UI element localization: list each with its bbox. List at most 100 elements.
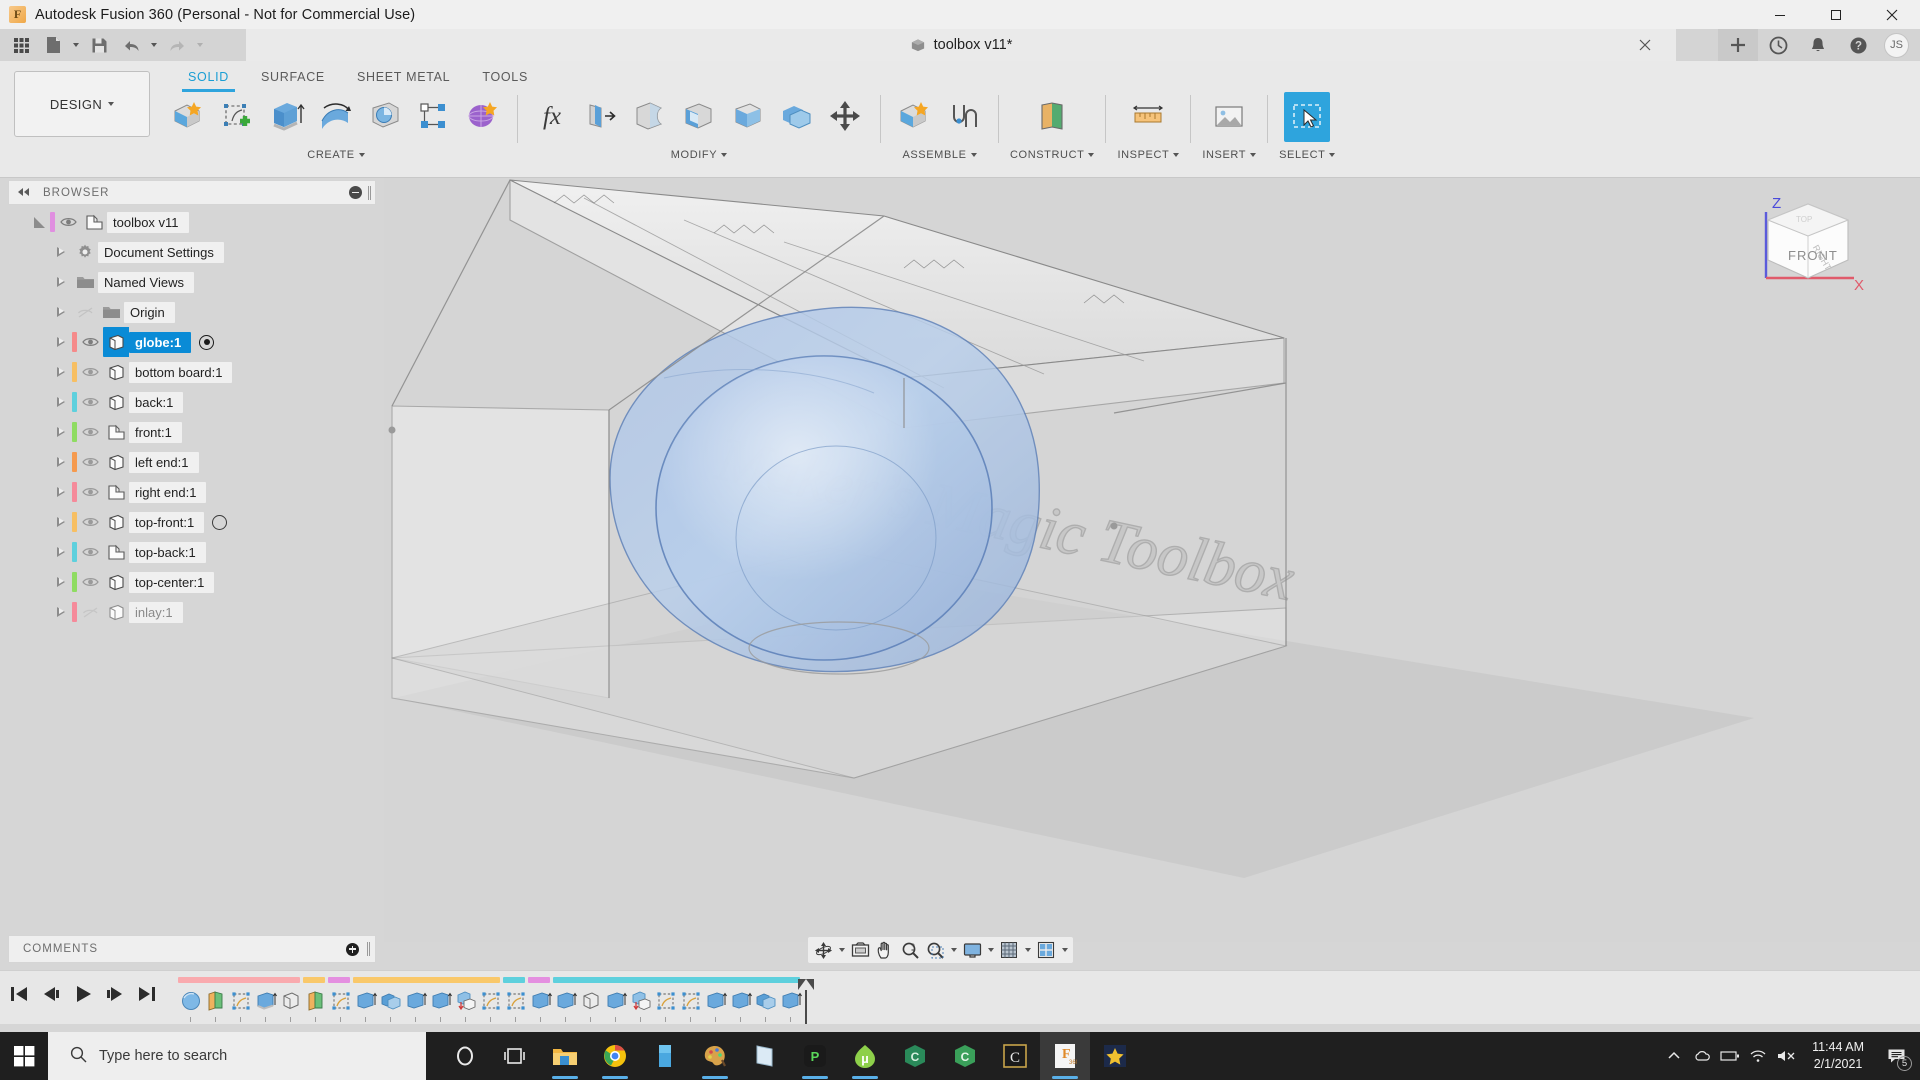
display-settings-caret-icon[interactable] [985,938,996,962]
expander-icon[interactable] [50,567,72,597]
visibility-icon[interactable] [77,357,103,387]
tree-row-origin[interactable]: Origin [8,297,384,327]
onedrive-icon[interactable] [1688,1032,1716,1080]
timeline-feature-combine[interactable] [753,986,778,1016]
redo-button[interactable] [162,32,192,58]
tree-row-top-center[interactable]: top-center:1 [8,567,384,597]
go-to-end-button[interactable] [134,981,160,1007]
undo-caret-icon[interactable] [148,32,160,58]
maximize-button[interactable] [1808,0,1864,29]
grid-snaps-caret-icon[interactable] [1022,938,1033,962]
timeline-feature-sketch[interactable] [478,986,503,1016]
expander-icon[interactable] [50,507,72,537]
construct-group-caret-icon[interactable] [1088,153,1095,157]
job-status-icon[interactable] [1758,29,1798,61]
visibility-icon[interactable] [77,387,103,417]
timeline-feature-sphere[interactable] [178,986,203,1016]
store-icon[interactable] [640,1032,690,1080]
sweep-icon[interactable] [362,92,408,142]
timeline-feature-sketch[interactable] [678,986,703,1016]
tree-row-left-end[interactable]: left end:1 [8,447,384,477]
timeline-feature-sketch[interactable] [228,986,253,1016]
3d-viewport[interactable]: Maker’s Magic Toolbox [384,178,1920,942]
root-expander-icon[interactable] [28,207,50,237]
undo-button[interactable] [116,32,146,58]
add-comment-icon[interactable] [346,942,359,956]
timeline-feature-extrude[interactable] [703,986,728,1016]
file-explorer-icon[interactable] [540,1032,590,1080]
globe-contact-set-badge-icon[interactable] [199,334,215,350]
visibility-icon[interactable] [77,477,103,507]
timeline-feature-extrude[interactable] [603,986,628,1016]
tree-row-back[interactable]: back:1 [8,387,384,417]
zoom-icon[interactable] [898,938,922,962]
look-at-icon[interactable] [848,938,872,962]
visibility-hidden-icon[interactable] [77,597,103,627]
save-button[interactable] [84,32,114,58]
draft-icon[interactable] [725,92,771,142]
go-to-beginning-button[interactable] [6,981,32,1007]
timeline-feature-sketch[interactable] [653,986,678,1016]
tree-row-root[interactable]: toolbox v11 [8,207,384,237]
pattern-icon[interactable] [411,92,457,142]
tab-sheet-metal[interactable]: SHEET METAL [341,64,466,92]
tree-row-named-views[interactable]: Named Views [8,267,384,297]
timeline-feature-body[interactable] [578,986,603,1016]
create-form-icon[interactable] [460,92,506,142]
new-design-button[interactable] [1718,29,1758,61]
visibility-icon[interactable] [77,417,103,447]
close-window-button[interactable] [1864,0,1920,29]
top-front-ring-badge-icon[interactable] [212,514,228,530]
task-view-icon[interactable] [490,1032,540,1080]
tree-row-globe[interactable]: globe:1 [8,327,384,357]
help-icon[interactable]: ? [1838,29,1878,61]
show-data-panel-button[interactable] [6,32,36,58]
measure-icon[interactable] [1125,92,1171,142]
orbit-icon[interactable] [811,938,835,962]
assemble-group-caret-icon[interactable] [970,153,977,157]
root-visibility-icon[interactable] [55,207,81,237]
expander-icon[interactable] [50,357,72,387]
timeline-feature-extrude[interactable] [528,986,553,1016]
new-component-assemble-icon[interactable] [892,92,938,142]
expander-icon[interactable] [50,267,72,297]
tree-row-document-settings[interactable]: Document Settings [8,237,384,267]
tab-surface[interactable]: SURFACE [245,64,341,92]
inspect-group-caret-icon[interactable] [1173,153,1180,157]
display-settings-icon[interactable] [960,938,984,962]
carbide-icon[interactable]: C [990,1032,1040,1080]
timeline-feature-plane[interactable] [303,986,328,1016]
timeline-feature-sketch[interactable] [328,986,353,1016]
expander-icon[interactable] [50,237,72,267]
orbit-caret-icon[interactable] [836,938,847,962]
redo-caret-icon[interactable] [194,32,206,58]
change-parameters-icon[interactable]: fx [529,92,575,142]
visibility-icon[interactable] [77,447,103,477]
viewports-caret-icon[interactable] [1059,938,1070,962]
timeline-feature-extrude[interactable] [403,986,428,1016]
cura-green-icon[interactable]: C [940,1032,990,1080]
timeline-feature-cut[interactable] [453,986,478,1016]
tree-row-right-end[interactable]: right end:1 [8,477,384,507]
expander-icon[interactable] [50,477,72,507]
paint-icon[interactable] [690,1032,740,1080]
extrude-icon[interactable] [264,92,310,142]
play-button[interactable] [70,981,96,1007]
timeline-playhead-marker[interactable] [798,979,814,1025]
new-component-icon[interactable] [166,92,212,142]
tree-row-top-front[interactable]: top-front:1 [8,507,384,537]
offset-plane-icon[interactable] [1029,92,1075,142]
start-button[interactable] [0,1032,48,1080]
visibility-icon[interactable] [77,567,103,597]
action-center-button[interactable]: 5 [1876,1032,1916,1080]
timeline-feature-plane[interactable] [203,986,228,1016]
document-tab[interactable]: toolbox v11* [900,29,1023,61]
timeline-feature-extrude[interactable] [253,986,278,1016]
visibility-icon[interactable] [77,537,103,567]
zoom-window-caret-icon[interactable] [948,938,959,962]
press-pull-icon[interactable] [578,92,624,142]
move-copy-icon[interactable] [823,92,869,142]
battery-icon[interactable] [1716,1032,1744,1080]
browser-resize-grip[interactable] [368,185,371,200]
expander-icon[interactable] [50,447,72,477]
